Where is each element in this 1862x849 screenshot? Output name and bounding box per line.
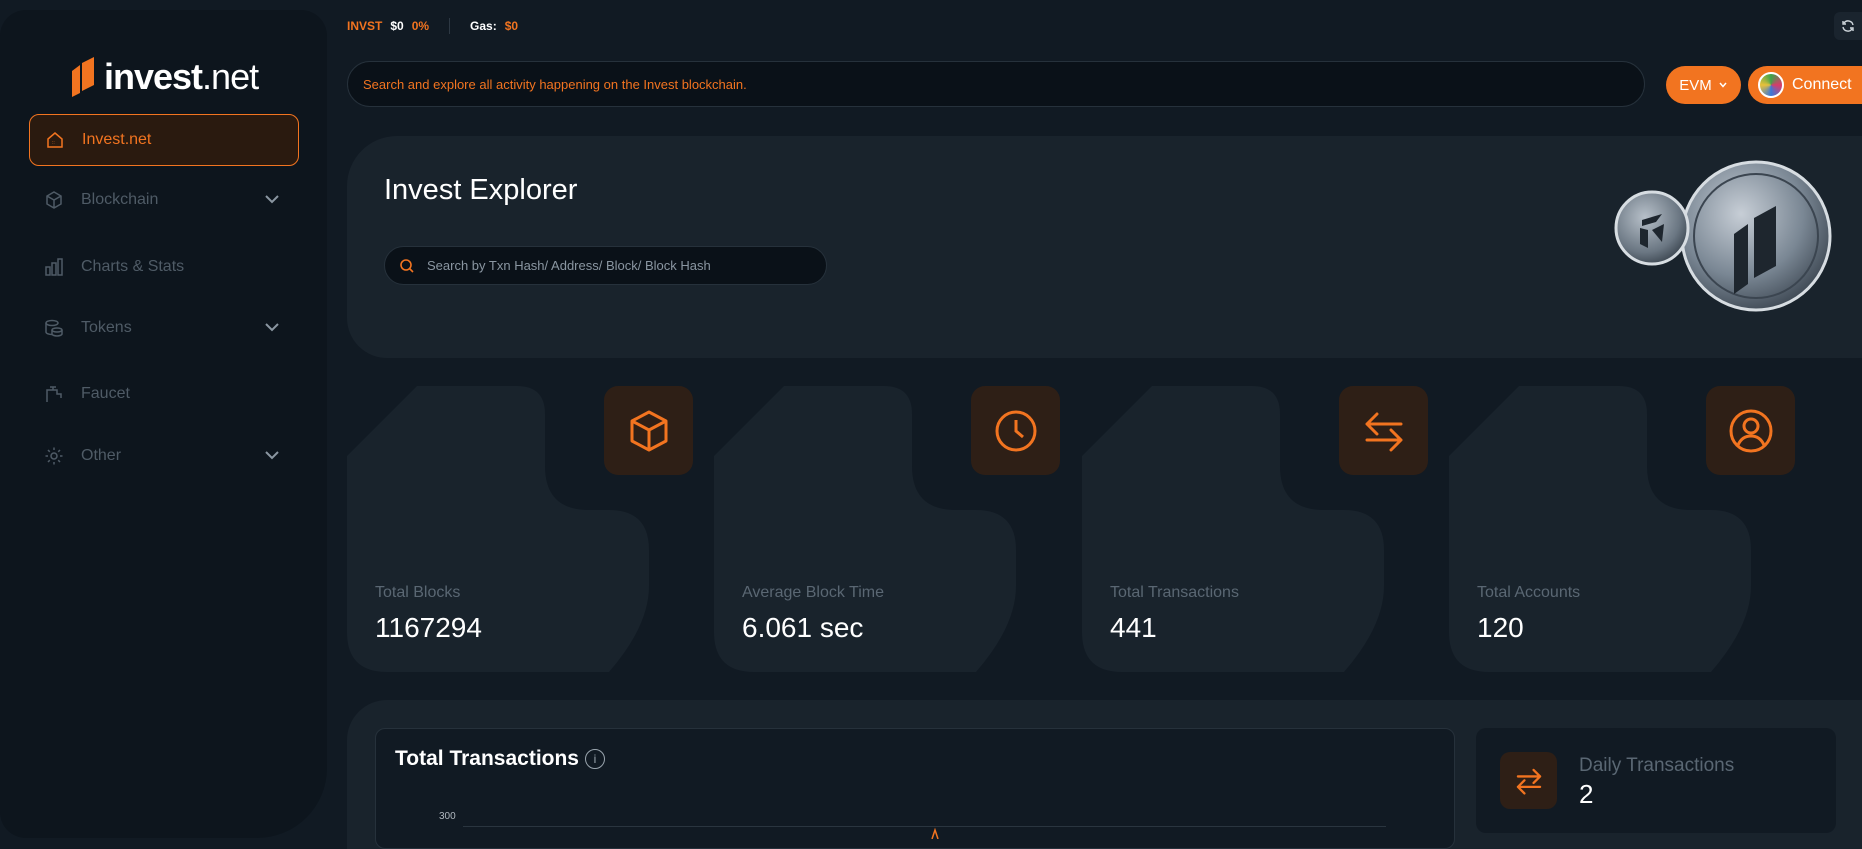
sidebar-item-other[interactable]: Other <box>29 430 299 482</box>
search-icon <box>400 258 414 273</box>
stat-value: 441 <box>1110 612 1157 643</box>
sidebar-item-label: Other <box>81 447 122 464</box>
faucet-icon <box>43 383 65 405</box>
cube-icon <box>43 189 65 211</box>
stat-value: 120 <box>1477 612 1524 643</box>
brand-logo[interactable]: invest.net <box>70 56 259 98</box>
brand-tld: .net <box>202 56 259 97</box>
grid-line <box>463 826 1386 827</box>
daily-transactions-label: Daily Transactions <box>1579 755 1735 776</box>
chevron-down-icon <box>265 323 279 332</box>
page-title: Invest Explorer <box>384 174 578 206</box>
sidebar-item-label: Faucet <box>81 385 130 402</box>
info-icon[interactable]: i <box>585 749 605 769</box>
sidebar-item-label: Charts & Stats <box>81 258 185 275</box>
chevron-down-icon <box>1719 82 1727 88</box>
cube-icon <box>604 386 693 475</box>
refresh-button[interactable] <box>1834 12 1862 40</box>
coin-illustration <box>1614 160 1832 312</box>
stat-card-total-transactions: Total Transactions 441 <box>1082 386 1432 672</box>
stat-card-average-block-time: Average Block Time 6.061 sec <box>714 386 1064 672</box>
gas-label: Gas: <box>470 19 497 33</box>
coins-icon <box>43 317 65 339</box>
refresh-icon <box>1842 20 1854 32</box>
connect-wallet-button[interactable]: Connect <box>1748 66 1862 104</box>
stat-label: Total Accounts <box>1477 584 1581 601</box>
divider <box>449 18 451 34</box>
sidebar-item-tokens[interactable]: Tokens <box>29 302 299 354</box>
gas-value: $0 <box>504 19 519 33</box>
chart-title-text: Total Transactions <box>395 747 579 770</box>
network-select[interactable]: EVM <box>1666 66 1741 104</box>
transfer-arrows-icon <box>1339 386 1428 475</box>
stat-value: 1167294 <box>375 612 482 643</box>
chart-title: Total Transactions i <box>395 747 605 771</box>
daily-transactions-value: 2 <box>1579 779 1594 809</box>
search-hint-text: Search and explore all activity happenin… <box>363 76 747 92</box>
search-input[interactable] <box>427 258 807 273</box>
chevron-down-icon <box>265 451 279 460</box>
invest-logo-icon <box>72 57 94 97</box>
transfer-arrows-icon <box>1500 752 1557 809</box>
sidebar-item-invest-net[interactable]: :: Invest.net <box>29 114 299 166</box>
sidebar-item-label: Invest.net <box>82 131 152 148</box>
global-search-bar[interactable]: Search and explore all activity happenin… <box>347 61 1645 107</box>
connect-label: Connect <box>1792 76 1852 93</box>
avatar <box>1758 72 1784 98</box>
price-ticker: INVST $0 0% Gas: $0 <box>347 18 518 34</box>
clock-icon <box>971 386 1060 475</box>
stat-label: Total Blocks <box>375 584 461 601</box>
stat-card-total-accounts: Total Accounts 120 <box>1449 386 1799 672</box>
stat-label: Total Transactions <box>1110 584 1239 601</box>
gear-icon <box>43 445 65 467</box>
explorer-search[interactable] <box>384 246 827 285</box>
brand-name: invest <box>104 56 203 97</box>
sidebar-item-label: Tokens <box>81 319 132 336</box>
home-icon: :: <box>44 129 66 151</box>
network-label: EVM <box>1679 76 1712 94</box>
sidebar-item-charts-stats[interactable]: Charts & Stats <box>29 241 299 293</box>
stat-label: Average Block Time <box>742 584 884 601</box>
token-change: 0% <box>411 19 430 33</box>
sidebar-item-blockchain[interactable]: Blockchain <box>29 174 299 226</box>
bar-chart-icon <box>43 256 65 278</box>
stat-value: 6.061 sec <box>742 612 864 643</box>
sidebar-item-faucet[interactable]: Faucet <box>29 368 299 420</box>
token-price: $0 <box>390 19 404 33</box>
svg-text:::: :: <box>52 140 55 146</box>
sidebar-item-label: Blockchain <box>81 191 159 208</box>
user-icon <box>1706 386 1795 475</box>
token-symbol: INVST <box>347 19 383 33</box>
chevron-down-icon <box>265 195 279 204</box>
chart-line-peak <box>931 827 939 839</box>
stat-card-total-blocks: Total Blocks 1167294 <box>347 386 697 672</box>
y-axis-tick: 300 <box>439 811 456 822</box>
